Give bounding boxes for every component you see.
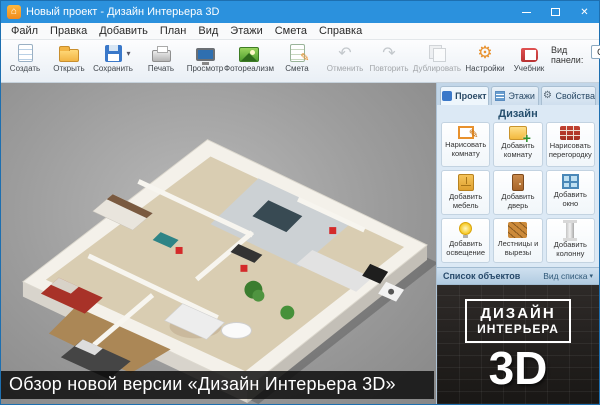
app-icon [7,5,21,19]
add-window-button[interactable]: Добавить окно [546,170,595,215]
draw-partition-button[interactable]: Нарисовать перегородку [546,122,595,167]
new-project-icon [18,44,33,62]
add-column-button[interactable]: Добавить колонну [546,218,595,263]
project-tab-icon [442,91,452,101]
column-icon [566,222,574,239]
menu-item-add[interactable]: Добавить [93,23,154,39]
view-list-dropdown[interactable]: Вид списка [543,271,593,281]
save-icon [105,45,122,62]
menu-item-edit[interactable]: Правка [44,23,93,39]
tab-project[interactable]: Проект [440,86,489,105]
price-marker[interactable] [176,247,183,254]
add-door-button[interactable]: Добавить дверь [493,170,542,215]
redo-icon [382,43,395,63]
panel-view-control: Вид панели: Обычный [551,42,600,82]
open-folder-icon [59,49,79,62]
add-furniture-button[interactable]: Добавить мебель [441,170,490,215]
price-marker[interactable] [329,227,336,234]
design-buttons-grid: Нарисовать комнату Добавить комнату Нари… [437,122,599,263]
video-caption: Обзор новой версии «Дизайн Интерьера 3D» [1,371,434,399]
maximize-button[interactable] [541,1,570,23]
monitor-icon [196,48,215,61]
maximize-icon [551,8,560,16]
menu-item-help[interactable]: Справка [313,23,368,39]
settings-button[interactable]: Настройки [463,42,507,82]
estimate-button[interactable]: Смета [275,42,319,82]
floors-tab-icon [495,91,505,101]
bathtub[interactable] [221,323,251,339]
plant-large-leaves [252,290,264,302]
gear-icon [477,43,492,63]
stairs-cutouts-button[interactable]: Лестницы и вырезы [493,218,542,263]
toolbar: Создать Открыть Сохранить Печать Просмот… [1,40,599,83]
panel-tabs: Проект Этажи Свойства [437,83,599,105]
undo-icon [338,43,351,63]
washing-machine-door [388,289,394,295]
plant-small[interactable] [280,306,294,320]
close-button[interactable] [570,1,599,23]
objects-list-header: Список объектов Вид списка [437,267,599,285]
app-window: Новый проект - Дизайн Интерьера 3D Файл … [0,0,600,405]
add-lighting-button[interactable]: Добавить освещение [441,218,490,263]
panel-view-label: Вид панели: [551,45,587,65]
tab-properties[interactable]: Свойства [541,86,596,105]
product-logo: ДИЗАЙН ИНТЕРЬЕРА 3D [437,285,599,404]
titlebar: Новый проект - Дизайн Интерьера 3D [1,1,599,23]
printer-icon [152,50,171,62]
photorealism-button[interactable]: Фотореализм [227,42,271,82]
stairs-icon [508,222,527,238]
tutorial-button[interactable]: Учебник [507,42,551,82]
right-panel: Проект Этажи Свойства Дизайн Нарисовать … [436,83,599,404]
window-icon [562,174,579,189]
menu-item-file[interactable]: Файл [5,23,44,39]
tab-floors[interactable]: Этажи [491,86,540,105]
minimize-button[interactable] [512,1,541,23]
floor-plan-3d-view[interactable] [1,83,436,404]
new-project-button[interactable]: Создать [3,42,47,82]
design-section-title: Дизайн [437,105,599,122]
open-button[interactable]: Открыть [47,42,91,82]
panel-view-select[interactable]: Обычный [591,45,600,59]
duplicate-button[interactable]: Дублировать [415,42,459,82]
minimize-icon [522,12,531,13]
light-bulb-icon [459,222,472,235]
estimate-icon [290,44,305,62]
add-room-button[interactable]: Добавить комнату [493,122,542,167]
brick-wall-icon [560,126,580,140]
menu-item-plan[interactable]: План [154,23,193,39]
menu-bar: Файл Правка Добавить План Вид Этажи Смет… [1,23,599,40]
menu-item-estimate[interactable]: Смета [269,23,313,39]
logo-frame: ДИЗАЙН ИНТЕРЬЕРА [465,299,571,343]
viewport-3d[interactable]: Обзор новой версии «Дизайн Интерьера 3D» [1,83,436,404]
window-title: Новый проект - Дизайн Интерьера 3D [26,6,512,18]
draw-room-button[interactable]: Нарисовать комнату [441,122,490,167]
menu-item-view[interactable]: Вид [192,23,224,39]
furniture-icon [458,174,474,191]
add-room-icon [509,126,527,140]
redo-button[interactable]: Повторить [367,42,411,82]
save-dropdown-caret[interactable] [126,49,130,58]
door-icon [512,174,524,191]
preview-button[interactable]: Просмотр [183,42,227,82]
save-button[interactable]: Сохранить [91,42,135,82]
duplicate-icon [429,45,445,61]
print-button[interactable]: Печать [139,42,183,82]
book-icon [521,48,538,62]
properties-tab-icon [542,91,552,101]
price-marker[interactable] [240,265,247,272]
undo-button[interactable]: Отменить [323,42,367,82]
menu-item-floors[interactable]: Этажи [224,23,268,39]
draw-room-icon [458,126,474,139]
photo-icon [239,47,259,62]
